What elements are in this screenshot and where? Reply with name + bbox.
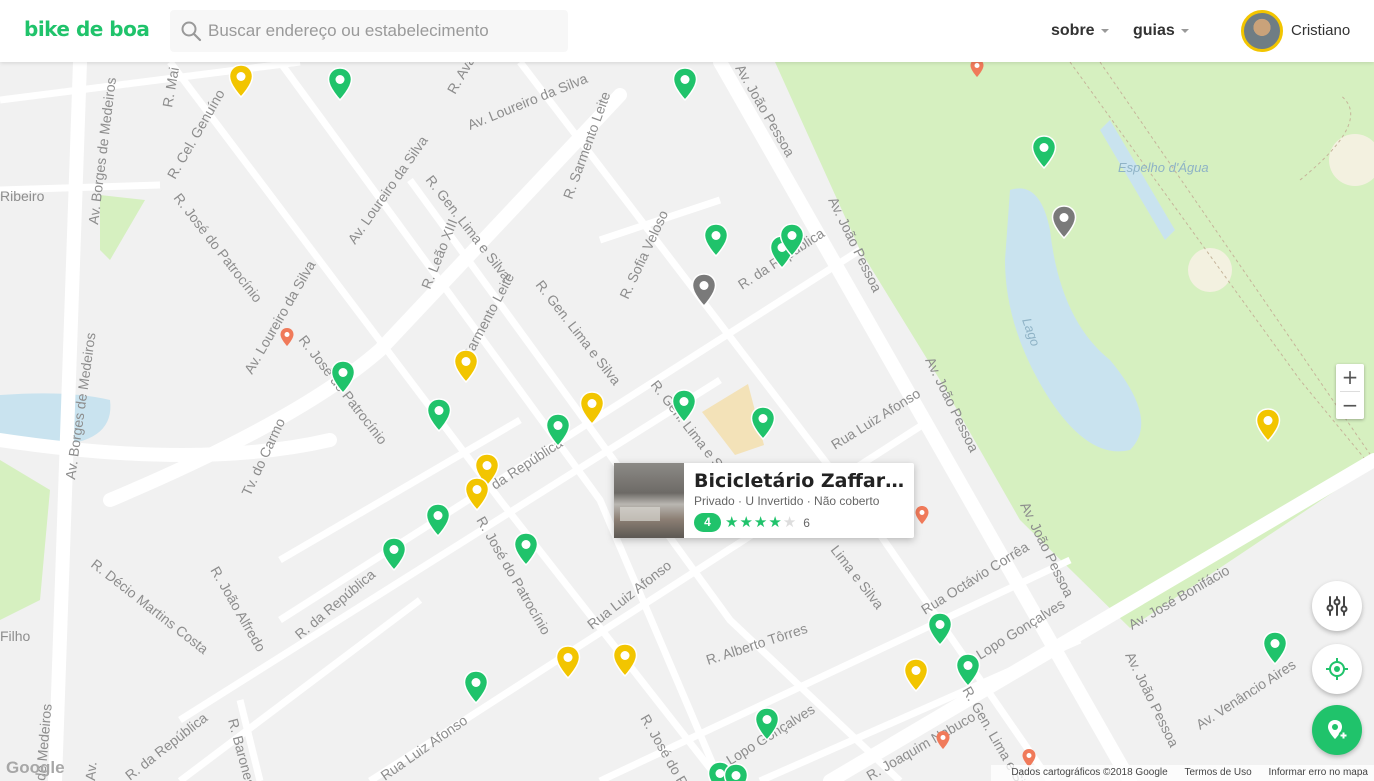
map-pin[interactable] xyxy=(903,658,929,692)
star-icon: ★ xyxy=(753,513,768,531)
map-pin[interactable] xyxy=(555,645,581,679)
park-label: Espelho d'Água xyxy=(1118,160,1209,175)
place-photo xyxy=(614,463,684,538)
map-pin[interactable] xyxy=(723,763,749,781)
map-pin[interactable] xyxy=(579,391,605,425)
map-pin[interactable] xyxy=(750,406,776,440)
review-count: 6 xyxy=(803,515,810,530)
map-pin[interactable] xyxy=(1255,408,1281,442)
map-pin[interactable] xyxy=(425,503,451,537)
map-pin[interactable] xyxy=(513,532,539,566)
map-poi-marker[interactable] xyxy=(914,505,930,525)
zoom-out-button[interactable]: − xyxy=(1336,392,1364,419)
map-pin[interactable] xyxy=(453,349,479,383)
place-meta: Privado · U Invertido · Não coberto xyxy=(694,494,880,508)
star-icon: ★ xyxy=(725,513,739,531)
crosshair-icon xyxy=(1326,658,1348,680)
map-pin[interactable] xyxy=(612,643,638,677)
map-pin[interactable] xyxy=(779,223,805,257)
nav-guias-label: guias xyxy=(1133,22,1175,39)
search-box[interactable] xyxy=(170,10,568,52)
report-error-link[interactable]: Informar erro no mapa xyxy=(1269,767,1369,778)
rating-stars: ★★★★★ xyxy=(725,513,797,532)
chevron-down-icon xyxy=(1100,28,1109,33)
add-location-button[interactable] xyxy=(1312,705,1362,755)
map-pin[interactable] xyxy=(464,477,490,511)
add-location-icon xyxy=(1328,720,1349,741)
map-pin[interactable] xyxy=(955,653,981,687)
star-icon: ★ xyxy=(739,513,753,531)
map-pin[interactable] xyxy=(672,67,698,101)
place-popup[interactable]: Bicicletário Zaffari G... Privado · U In… xyxy=(614,463,914,538)
map-pin[interactable] xyxy=(228,64,254,98)
rating-badge: 4 xyxy=(694,513,721,532)
map-poi-marker[interactable] xyxy=(969,62,985,78)
map-poi-marker[interactable] xyxy=(279,327,295,347)
map-pin[interactable] xyxy=(381,537,407,571)
map-pin[interactable] xyxy=(927,612,953,646)
map[interactable]: R. Mai R. Aval Av. Loureiro da Silva Av.… xyxy=(0,62,1374,781)
map-pin[interactable] xyxy=(1051,205,1077,239)
map-data-credit: Dados cartográficos ©2018 Google xyxy=(1011,767,1168,778)
map-pin[interactable] xyxy=(330,360,356,394)
locate-button[interactable] xyxy=(1312,644,1362,694)
logo[interactable]: bike de boa xyxy=(24,17,150,41)
map-pin[interactable] xyxy=(754,707,780,741)
top-bar: bike de boa sobre guias Cristiano xyxy=(0,0,1374,62)
map-poi-marker[interactable] xyxy=(935,730,951,750)
street-label: Filho xyxy=(0,628,31,644)
sliders-icon xyxy=(1326,596,1348,616)
map-pin[interactable] xyxy=(691,273,717,307)
map-pin[interactable] xyxy=(327,67,353,101)
chevron-down-icon xyxy=(1180,28,1189,33)
map-pin[interactable] xyxy=(671,389,697,423)
street-label: Ribeiro xyxy=(0,188,45,204)
map-attribution: Dados cartográficos ©2018 Google Termos … xyxy=(991,765,1374,781)
map-pin[interactable] xyxy=(426,398,452,432)
place-rating: 4 ★★★★★ 6 xyxy=(694,513,810,532)
user-name[interactable]: Cristiano xyxy=(1291,22,1350,39)
map-pin[interactable] xyxy=(703,223,729,257)
star-icon: ★ xyxy=(768,513,782,531)
street-label: Av. xyxy=(82,761,100,781)
place-title: Bicicletário Zaffari G... xyxy=(694,470,908,492)
zoom-in-button[interactable]: + xyxy=(1336,364,1364,391)
google-logo: Google xyxy=(6,758,65,777)
map-pin[interactable] xyxy=(1031,135,1057,169)
zoom-control: + − xyxy=(1336,364,1364,419)
map-pin[interactable] xyxy=(463,670,489,704)
filter-button[interactable] xyxy=(1312,581,1362,631)
star-icon: ★ xyxy=(782,513,797,531)
search-icon xyxy=(180,20,202,47)
nav-sobre-label: sobre xyxy=(1051,22,1095,39)
nav-guias[interactable]: guias xyxy=(1133,22,1189,40)
search-input[interactable] xyxy=(208,10,558,52)
map-pin[interactable] xyxy=(545,413,571,447)
terms-link[interactable]: Termos de Uso xyxy=(1184,767,1251,778)
avatar[interactable] xyxy=(1241,10,1283,52)
map-pin[interactable] xyxy=(1262,631,1288,665)
nav-sobre[interactable]: sobre xyxy=(1051,22,1109,40)
